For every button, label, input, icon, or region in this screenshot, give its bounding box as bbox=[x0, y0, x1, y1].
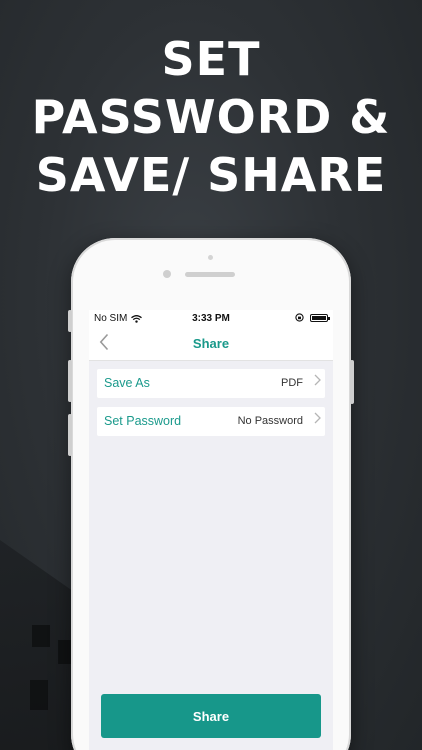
set-password-label: Set Password bbox=[104, 414, 182, 428]
page-title: Share bbox=[192, 336, 230, 351]
phone-sensor bbox=[208, 255, 213, 260]
background-window bbox=[30, 680, 48, 710]
status-bar: No SIM 3:33 PM bbox=[89, 310, 333, 328]
chevron-right-icon bbox=[314, 373, 321, 389]
battery-icon bbox=[310, 313, 330, 322]
headline-line: SAVE/ SHARE bbox=[35, 148, 387, 202]
save-as-row[interactable]: Save As PDF bbox=[97, 369, 325, 398]
headline-line: SET bbox=[161, 32, 261, 86]
phone-power-button bbox=[350, 360, 354, 404]
promo-headline: SET PASSWORD & SAVE/ SHARE bbox=[0, 30, 422, 204]
phone-mute-switch bbox=[68, 310, 72, 332]
save-as-value: PDF bbox=[281, 377, 303, 389]
share-button[interactable]: Share bbox=[101, 694, 321, 738]
rotation-lock-icon bbox=[295, 313, 304, 322]
phone-volume-down bbox=[68, 414, 72, 456]
phone-volume-up bbox=[68, 360, 72, 402]
app-screen: No SIM 3:33 PM Share Save As PDF Set Pas… bbox=[89, 310, 333, 750]
headline-line: PASSWORD & bbox=[31, 90, 391, 144]
status-right bbox=[295, 313, 330, 322]
save-as-label: Save As bbox=[104, 376, 150, 390]
background-window bbox=[32, 625, 50, 647]
chevron-right-icon bbox=[314, 411, 321, 427]
phone-speaker bbox=[185, 272, 235, 277]
set-password-value: No Password bbox=[237, 415, 303, 427]
navigation-bar: Share bbox=[89, 328, 333, 361]
phone-mockup: No SIM 3:33 PM Share Save As PDF Set Pas… bbox=[68, 238, 354, 750]
phone-camera bbox=[163, 270, 171, 278]
set-password-row[interactable]: Set Password No Password bbox=[97, 407, 325, 436]
